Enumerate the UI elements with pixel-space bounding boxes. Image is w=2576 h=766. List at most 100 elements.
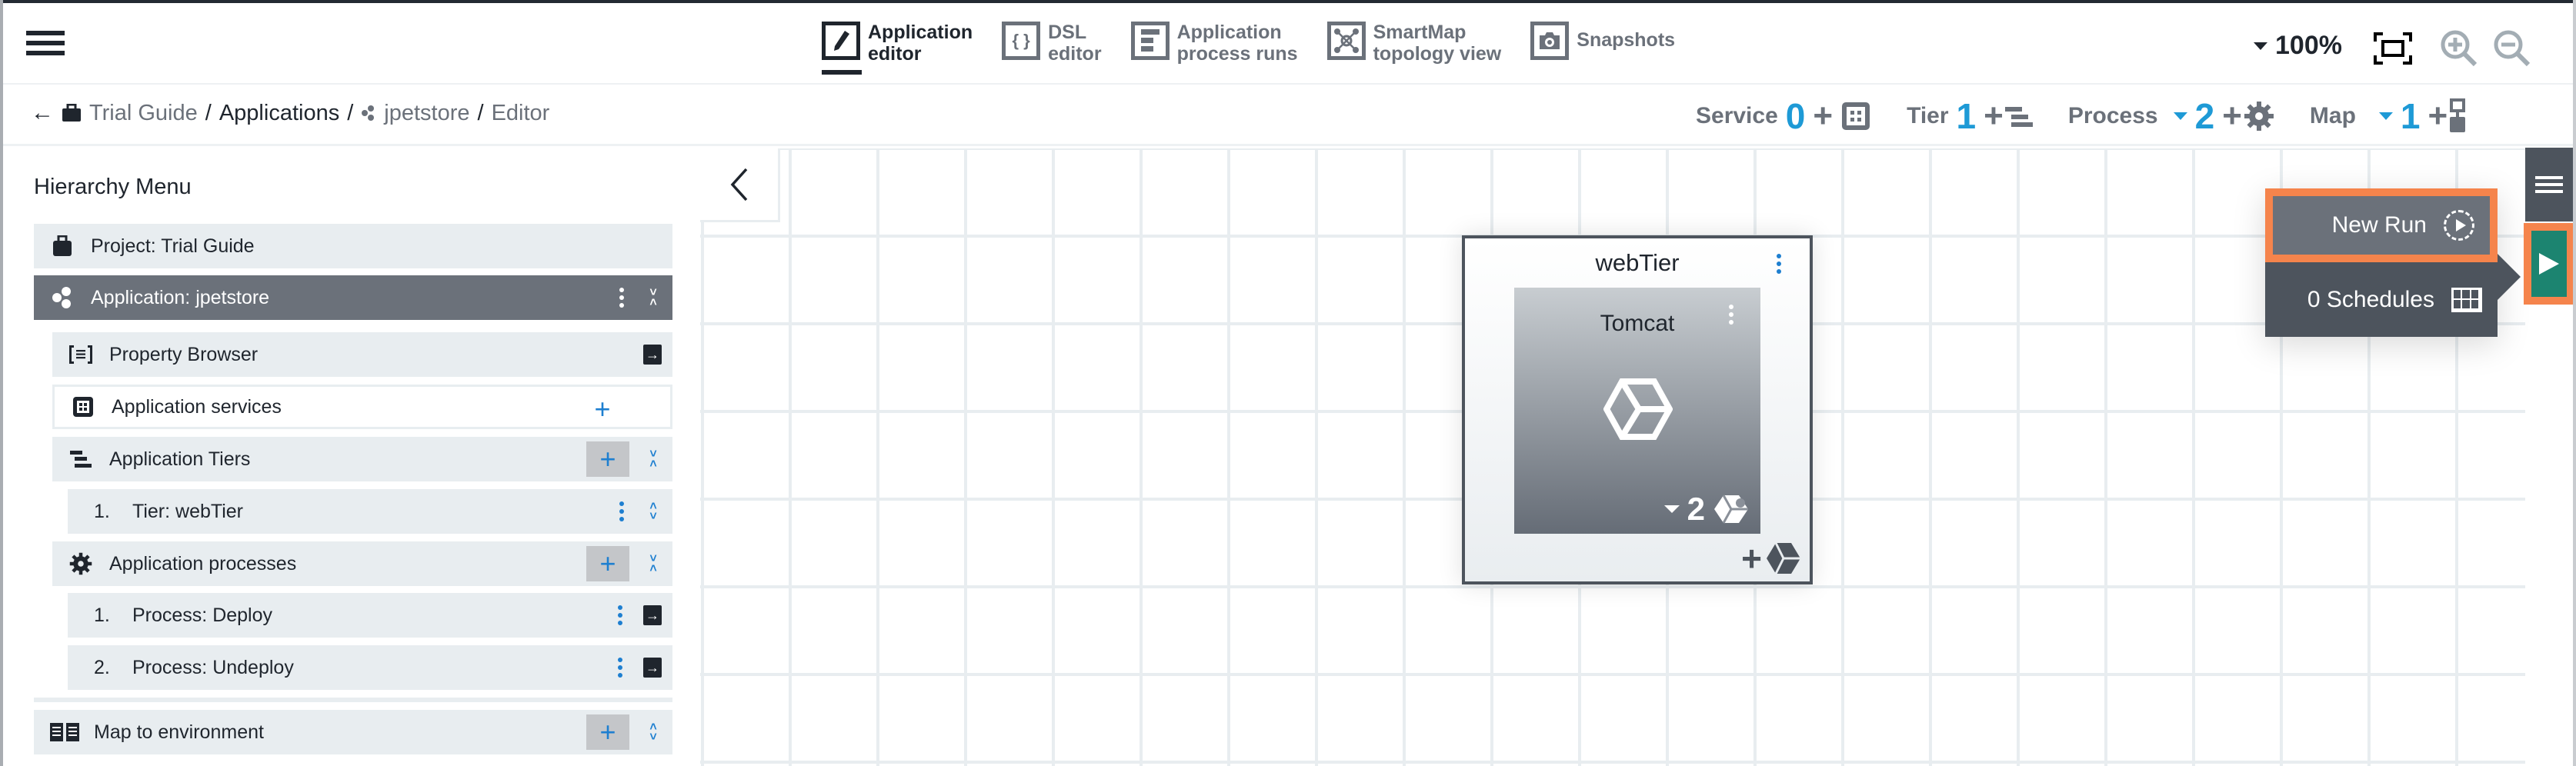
tab-label-line1: SmartMap (1373, 22, 1467, 43)
tab-snapshots[interactable]: Snapshots (1530, 22, 1675, 65)
add-tier-button[interactable]: + (586, 441, 629, 477)
collapse-sidebar-button[interactable] (700, 148, 780, 222)
map-icon[interactable] (2449, 98, 2466, 134)
process-count: 2 (1687, 491, 1705, 527)
run-button[interactable] (2524, 223, 2574, 305)
side-menu-toggle[interactable] (2525, 148, 2573, 221)
expand-icon[interactable]: ˄ ˅ (645, 721, 662, 744)
tree-item-project[interactable]: Project: Trial Guide (34, 224, 672, 268)
tier-icon[interactable] (2004, 104, 2033, 128)
tree-item-application-processes[interactable]: Application processes + ˅ ˄ (52, 541, 672, 586)
plus-icon: + (594, 393, 611, 425)
tab-dsl-editor[interactable]: { } DSL editor (1002, 22, 1102, 65)
fit-to-screen-icon[interactable] (2374, 32, 2412, 65)
tab-label-line1: Application (868, 22, 973, 43)
tab-application-editor[interactable]: Application editor (822, 22, 973, 75)
tier-card[interactable]: webTier Tomcat 2 + (1462, 235, 1813, 584)
tab-label-line1: DSL (1048, 22, 1087, 43)
navigate-arrow-icon[interactable]: → (643, 658, 662, 678)
briefcase-icon (51, 235, 74, 257)
add-process-button[interactable]: + (586, 546, 629, 581)
breadcrumb-project[interactable]: Trial Guide (89, 101, 198, 126)
new-run-label: New Run (2331, 212, 2427, 238)
add-map-button[interactable]: + (2428, 99, 2448, 133)
hierarchy-sidebar: Hierarchy Menu Project: Trial Guide Appl… (3, 148, 700, 766)
add-service-button[interactable]: + (1813, 99, 1833, 133)
gear-icon (69, 552, 92, 575)
kebab-menu-icon[interactable] (1723, 305, 1739, 325)
navigate-arrow-icon[interactable]: → (643, 605, 662, 625)
expand-icon[interactable]: ˄ ˅ (645, 501, 662, 523)
plus-icon: + (2428, 97, 2448, 135)
breadcrumb-app[interactable]: jpetstore (384, 101, 469, 126)
add-component-button[interactable]: + (1741, 541, 1802, 576)
window-right-border (2573, 0, 2576, 766)
plus-icon: + (599, 443, 616, 475)
tree-item-property-browser[interactable]: Property Browser → (52, 332, 672, 377)
map-counter: Map 1 + (2310, 98, 2466, 134)
nav-tabs: Application editor { } DSL editor Applicat… (822, 22, 1675, 75)
new-run-button[interactable]: New Run (2265, 188, 2498, 262)
tree-item-process[interactable]: 2. Process: Undeploy → (68, 645, 672, 690)
tab-label-line2: topology view (1373, 43, 1502, 65)
add-process-button[interactable]: + (2222, 99, 2242, 133)
tree-item-label: Application: jpetstore (91, 286, 270, 308)
service-icon (72, 395, 95, 418)
breadcrumb: ← Trial Guide / Applications / jpetstore… (31, 100, 549, 126)
tree-item-process[interactable]: 1. Process: Deploy → (68, 593, 672, 638)
breadcrumb-separator: / (205, 100, 212, 125)
top-nav-bar: Application editor { } DSL editor Applicat… (3, 3, 2573, 85)
tree-item-map-to-environment[interactable]: Map to environment + ˄ ˅ (34, 710, 672, 754)
map-label: Map (2309, 103, 2356, 128)
tree-item-number: 1. (94, 500, 110, 522)
caret-down-icon[interactable] (2378, 112, 2393, 120)
tree-item-application[interactable]: Application: jpetstore ˅ ˄ (34, 275, 672, 320)
schedules-button[interactable]: 0 Schedules (2265, 262, 2498, 337)
caret-down-icon[interactable] (2173, 112, 2187, 120)
collapse-icon[interactable]: ˅ ˄ (645, 448, 662, 471)
tier-count: 1 (1956, 96, 1977, 136)
add-map-button[interactable]: + (586, 714, 629, 750)
plus-icon: + (599, 548, 616, 579)
add-tier-button[interactable]: + (1984, 99, 2004, 133)
kebab-menu-icon[interactable] (612, 658, 628, 678)
zoom-in-icon[interactable] (2440, 29, 2478, 68)
zoom-out-icon[interactable] (2493, 29, 2531, 68)
zoom-level-dropdown[interactable]: 100% (2254, 31, 2342, 61)
tab-label-line2: process runs (1176, 43, 1298, 65)
process-count: 2 (2194, 96, 2215, 136)
gear-icon[interactable] (2244, 101, 2274, 132)
component-process-count[interactable]: 2 (1663, 491, 1750, 528)
map-environment-icon (49, 722, 80, 742)
component-cube-icon (1603, 378, 1673, 440)
collapse-icon[interactable]: ˅ ˄ (645, 553, 662, 575)
add-service-button[interactable]: + (581, 391, 624, 427)
calendar-grid-icon (2451, 287, 2482, 312)
service-icon[interactable] (1840, 101, 1871, 132)
collapse-icon[interactable]: ˅ ˄ (645, 287, 662, 309)
tab-label-line1: Snapshots (1577, 29, 1676, 51)
tree-item-application-tiers[interactable]: Application Tiers + ˅ ˄ (52, 437, 672, 481)
back-arrow-icon[interactable]: ← (31, 100, 54, 126)
tab-application-process-runs[interactable]: Application process runs (1130, 22, 1298, 65)
tree-item-tier[interactable]: 1. Tier: webTier ˄ ˅ (68, 489, 672, 534)
plus-icon: + (1984, 97, 2004, 135)
kebab-menu-icon[interactable] (614, 501, 629, 521)
kebab-menu-icon[interactable] (1771, 254, 1787, 274)
tier-counter: Tier 1 + (1907, 96, 2033, 136)
component-card[interactable]: Tomcat 2 (1514, 288, 1760, 534)
run-popup: New Run 0 Schedules (2265, 188, 2521, 337)
application-icon (51, 287, 74, 308)
tab-label-line1: Application (1176, 22, 1282, 43)
tab-smartmap-topology[interactable]: SmartMap topology view (1326, 22, 1502, 65)
navigate-arrow-icon[interactable]: → (643, 345, 662, 365)
breadcrumb-applications[interactable]: Applications (219, 101, 339, 126)
tree-item-application-services[interactable]: Application services + (52, 385, 672, 429)
zoom-level-value: 100% (2275, 31, 2342, 60)
kebab-menu-icon[interactable] (612, 605, 628, 625)
kebab-menu-icon[interactable] (614, 288, 629, 308)
hamburger-icon[interactable] (26, 31, 65, 58)
briefcase-icon (62, 104, 81, 122)
window-top-border (0, 0, 2576, 3)
list-icon (1130, 22, 1170, 60)
